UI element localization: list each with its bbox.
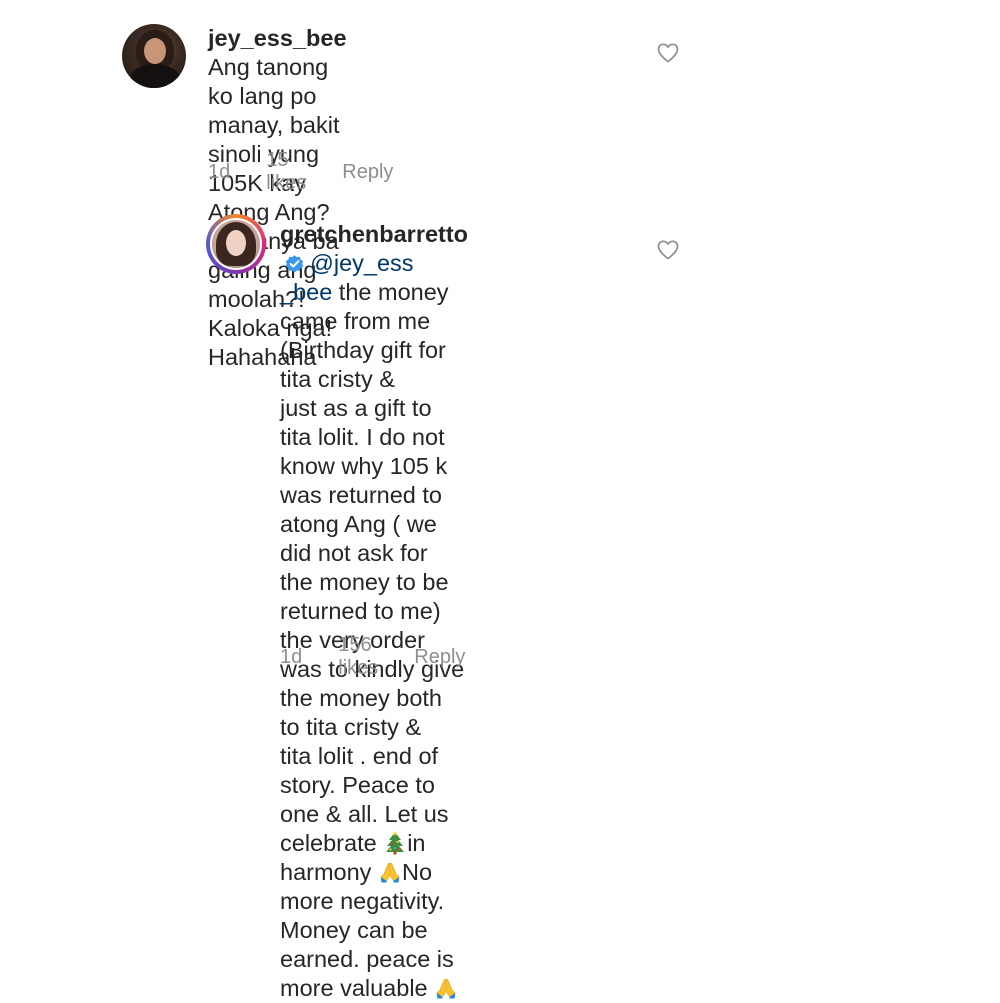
christmas-tree-icon — [386, 831, 405, 855]
verified-badge-icon — [285, 255, 304, 273]
reply-button[interactable]: Reply — [342, 161, 393, 184]
folded-hands-icon — [380, 862, 400, 883]
reply-comment-text: gretchenbarretto @jey_ess _bee the money… — [280, 221, 469, 1001]
mention-link-continued[interactable]: _bee — [280, 279, 332, 305]
comment-meta: 1d 156 likes Reply — [280, 634, 465, 680]
comment-username[interactable]: jey_ess_bee — [208, 25, 347, 51]
user-avatar[interactable] — [122, 24, 186, 88]
user-avatar-story-ring[interactable] — [210, 218, 262, 270]
likes-count[interactable]: 156 likes — [338, 634, 378, 680]
likes-count[interactable]: 15 likes — [266, 149, 306, 195]
heart-outline-icon[interactable] — [657, 43, 679, 63]
comment-username[interactable]: gretchenbarretto — [280, 221, 468, 247]
comment-meta: 1d 15 likes Reply — [208, 149, 393, 195]
comment-time: 1d — [208, 160, 231, 183]
reply-button[interactable]: Reply — [414, 646, 465, 669]
mention-link[interactable]: @jey_ess — [310, 250, 414, 276]
heart-outline-icon[interactable] — [657, 240, 679, 260]
folded-hands-icon — [436, 978, 456, 999]
comment-time: 1d — [280, 645, 303, 668]
